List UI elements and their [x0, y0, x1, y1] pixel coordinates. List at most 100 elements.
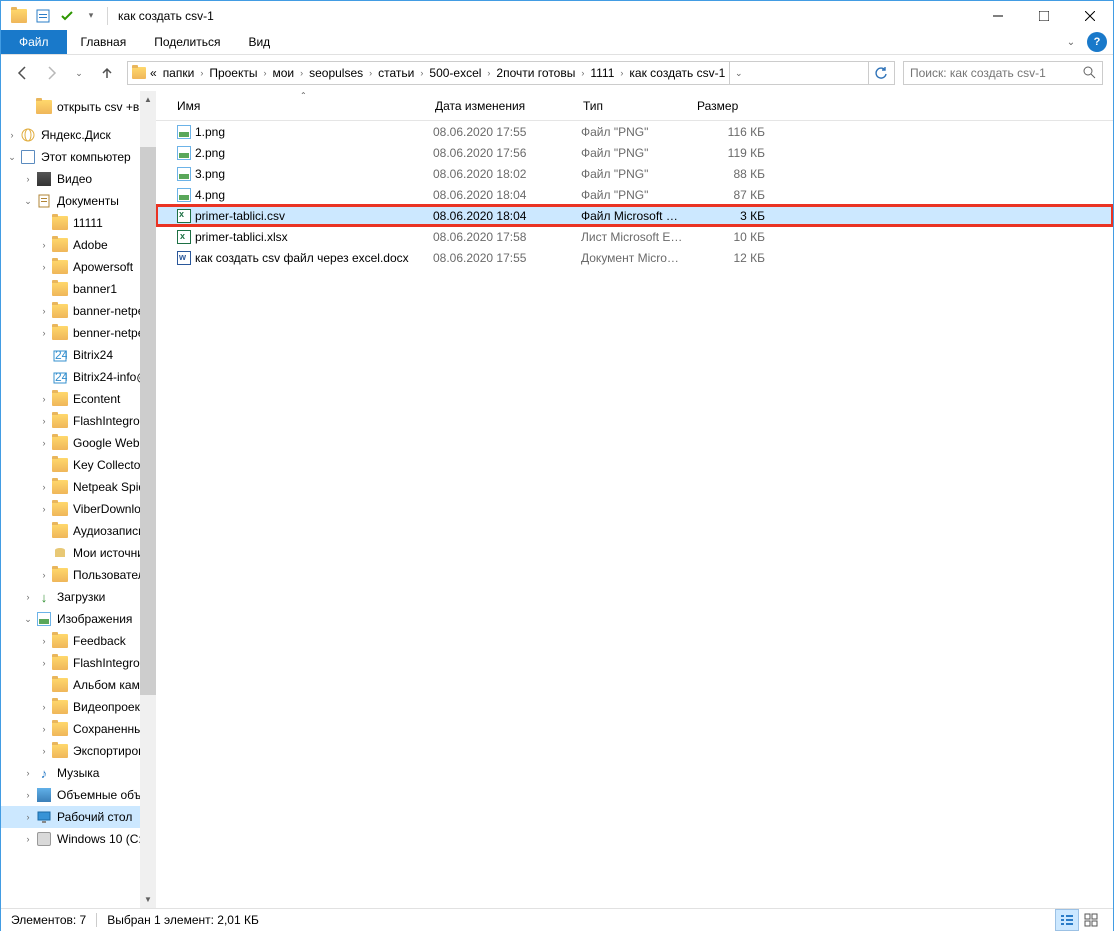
breadcrumb-segment[interactable]: мои [268, 62, 298, 84]
expand-icon[interactable]: › [37, 702, 51, 712]
file-row[interactable]: 3.png08.06.2020 18:02Файл "PNG"88 КБ [156, 163, 1113, 184]
forward-button[interactable] [39, 61, 63, 85]
tree-item[interactable]: ›Пользователь [1, 564, 156, 586]
tree-item[interactable]: открыть csv +в [1, 96, 156, 118]
tree-item[interactable]: ›Загрузки [1, 586, 156, 608]
expand-icon[interactable]: › [37, 570, 51, 580]
tree-item[interactable]: ›Объемные объ [1, 784, 156, 806]
navigation-pane[interactable]: открыть csv +в ›Яндекс.Диск⌄Этот компьюте… [1, 91, 156, 908]
tree-item[interactable]: ›FlashIntegro [1, 410, 156, 432]
tree-item[interactable]: ›benner-netpea [1, 322, 156, 344]
tree-item[interactable]: ›Econtent [1, 388, 156, 410]
share-tab[interactable]: Поделиться [140, 30, 234, 54]
file-row[interactable]: primer-tablici.xlsx08.06.2020 17:58Лист … [156, 226, 1113, 247]
refresh-button[interactable] [868, 62, 892, 84]
tree-item[interactable]: Key Collector [1, 454, 156, 476]
tree-item[interactable]: ›FlashIntegro [1, 652, 156, 674]
expand-icon[interactable]: › [37, 724, 51, 734]
tree-item[interactable]: ⌄Документы [1, 190, 156, 212]
details-view-button[interactable] [1055, 909, 1079, 931]
breadcrumb-chevron-icon[interactable]: › [418, 62, 425, 84]
tree-item[interactable]: banner1 [1, 278, 156, 300]
expand-icon[interactable]: › [21, 174, 35, 184]
tree-item[interactable]: ›ViberDownload [1, 498, 156, 520]
column-type[interactable]: Тип [577, 91, 691, 120]
tree-item[interactable]: ›Яндекс.Диск [1, 124, 156, 146]
minimize-button[interactable] [975, 1, 1021, 30]
expand-icon[interactable]: › [37, 394, 51, 404]
expand-icon[interactable]: › [37, 746, 51, 756]
tree-item[interactable]: Аудиозаписи [1, 520, 156, 542]
expand-icon[interactable]: › [5, 130, 19, 140]
breadcrumb-segment[interactable]: папки [159, 62, 199, 84]
tree-item[interactable]: ›Видеопроекты [1, 696, 156, 718]
recent-locations[interactable]: ⌄ [67, 61, 91, 85]
expand-icon[interactable]: › [21, 834, 35, 844]
tree-item[interactable]: ›Netpeak Spider [1, 476, 156, 498]
expand-icon[interactable]: › [37, 416, 51, 426]
expand-icon[interactable]: › [37, 482, 51, 492]
tree-item[interactable]: ›Рабочий стол [1, 806, 156, 828]
breadcrumb-chevron-icon[interactable]: › [367, 62, 374, 84]
tree-item[interactable]: ›Экспортирова [1, 740, 156, 762]
scroll-up[interactable]: ▲ [140, 91, 156, 108]
folder-icon[interactable] [7, 5, 31, 27]
breadcrumb-overflow[interactable]: « [148, 62, 159, 84]
expand-icon[interactable]: › [37, 240, 51, 250]
file-row[interactable]: 4.png08.06.2020 18:04Файл "PNG"87 КБ [156, 184, 1113, 205]
address-bar[interactable]: « папки›Проекты›мои›seopulses›статьи›500… [127, 61, 895, 85]
breadcrumb-segment[interactable]: 500-excel [425, 62, 485, 84]
address-dropdown[interactable]: ⌄ [729, 62, 747, 84]
file-row[interactable]: 1.png08.06.2020 17:55Файл "PNG"116 КБ [156, 121, 1113, 142]
column-size[interactable]: Размер [691, 91, 773, 120]
breadcrumb-segment[interactable]: Проекты [205, 62, 261, 84]
up-button[interactable] [95, 61, 119, 85]
home-tab[interactable]: Главная [67, 30, 141, 54]
view-tab[interactable]: Вид [234, 30, 284, 54]
breadcrumb-segment[interactable]: 2почти готовы [492, 62, 579, 84]
breadcrumb-segment[interactable]: как создать csv-1 [625, 62, 729, 84]
tree-scrollbar[interactable]: ▲ ▼ [140, 91, 156, 908]
column-name[interactable]: Имя⌃ [171, 91, 429, 120]
icons-view-button[interactable] [1079, 909, 1103, 931]
expand-icon[interactable]: › [21, 592, 35, 602]
search-icon[interactable] [1082, 65, 1096, 82]
tree-item[interactable]: ›Сохраненные [1, 718, 156, 740]
file-row[interactable]: 2.png08.06.2020 17:56Файл "PNG"119 КБ [156, 142, 1113, 163]
expand-icon[interactable]: › [37, 636, 51, 646]
help-icon[interactable]: ? [1087, 32, 1107, 52]
expand-icon[interactable]: ⌄ [21, 196, 35, 207]
tree-item[interactable]: ›Feedback [1, 630, 156, 652]
file-row[interactable]: primer-tablici.csv08.06.2020 18:04Файл M… [156, 205, 1113, 226]
expand-icon[interactable]: › [21, 812, 35, 822]
breadcrumb-segment[interactable]: 1111 [586, 62, 618, 84]
tree-item[interactable]: ›Видео [1, 168, 156, 190]
properties-icon[interactable] [31, 5, 55, 27]
column-date[interactable]: Дата изменения [429, 91, 577, 120]
expand-icon[interactable]: › [37, 262, 51, 272]
tree-item[interactable]: 11111 [1, 212, 156, 234]
quick-access-customize[interactable]: ▾ [79, 5, 103, 27]
breadcrumb-chevron-icon[interactable]: › [485, 62, 492, 84]
breadcrumb-chevron-icon[interactable]: › [298, 62, 305, 84]
breadcrumb-chevron-icon[interactable]: › [261, 62, 268, 84]
breadcrumb-segment[interactable]: статьи [374, 62, 418, 84]
tree-item[interactable]: ›Google Web De [1, 432, 156, 454]
tree-item[interactable]: ⌄Изображения [1, 608, 156, 630]
tree-item[interactable]: ⌄Этот компьютер [1, 146, 156, 168]
back-button[interactable] [11, 61, 35, 85]
maximize-button[interactable] [1021, 1, 1067, 30]
expand-icon[interactable]: ⌄ [21, 614, 35, 625]
breadcrumb-segment[interactable]: seopulses [305, 62, 367, 84]
search-input[interactable] [910, 66, 1082, 80]
scroll-thumb[interactable] [140, 147, 156, 695]
checkmark-icon[interactable] [55, 5, 79, 27]
tree-item[interactable]: ›Adobe [1, 234, 156, 256]
tree-item[interactable]: ›banner-netpea [1, 300, 156, 322]
expand-icon[interactable]: ⌄ [5, 152, 19, 163]
expand-icon[interactable]: › [37, 438, 51, 448]
breadcrumb-chevron-icon[interactable]: › [579, 62, 586, 84]
expand-icon[interactable]: › [37, 328, 51, 338]
expand-icon[interactable]: › [21, 768, 35, 778]
scroll-down[interactable]: ▼ [140, 891, 156, 908]
